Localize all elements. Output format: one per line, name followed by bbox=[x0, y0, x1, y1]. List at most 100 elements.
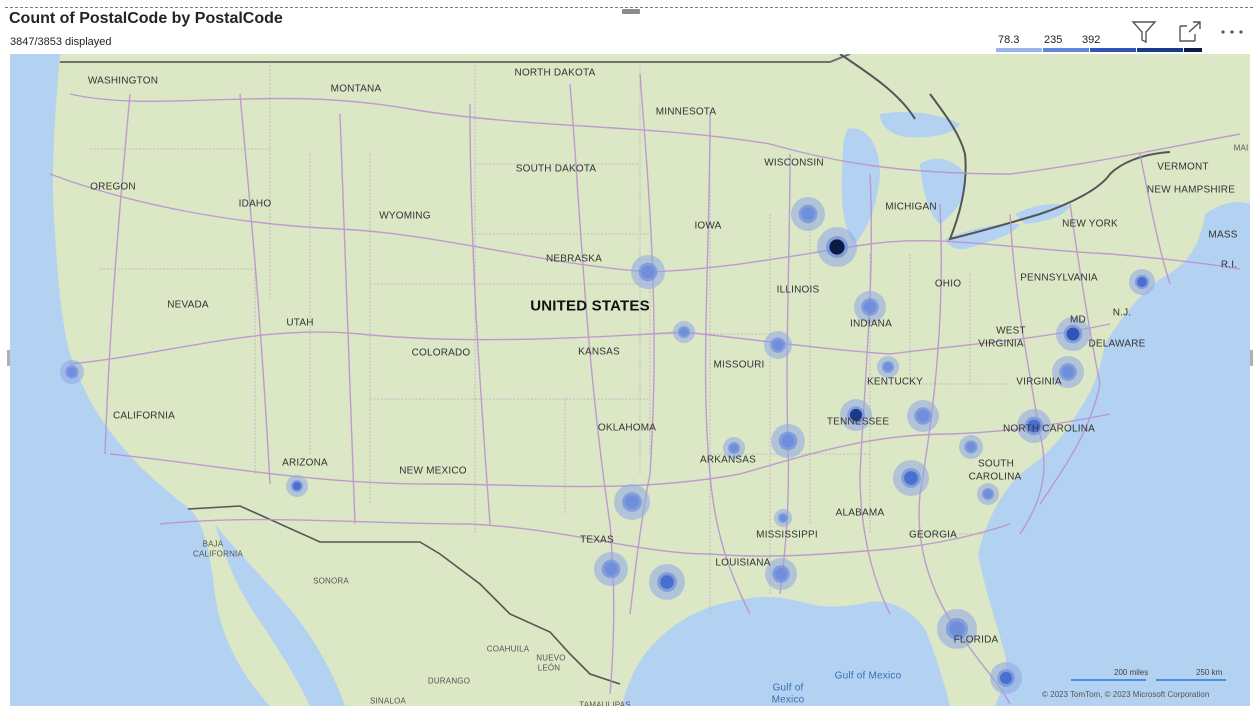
state-label: MISSOURI bbox=[713, 359, 765, 371]
state-label: TENNESSEE bbox=[826, 416, 890, 428]
data-bubble[interactable] bbox=[977, 483, 999, 505]
legend-label-high: 392 bbox=[1082, 34, 1101, 46]
bubble-core bbox=[829, 239, 845, 255]
state-label: VIRGINIA bbox=[1016, 376, 1062, 388]
bubble-core bbox=[904, 471, 918, 485]
bubble-core bbox=[999, 671, 1013, 685]
data-bubble[interactable] bbox=[893, 460, 929, 496]
data-bubble[interactable] bbox=[959, 435, 983, 459]
state-label: WYOMING bbox=[379, 210, 431, 222]
state-label: TEXAS bbox=[580, 534, 614, 546]
data-bubble[interactable] bbox=[771, 424, 805, 458]
scale-km-label: 250 km bbox=[1196, 668, 1223, 677]
state-label: OREGON bbox=[90, 181, 136, 193]
region-label: CALIFORNIA bbox=[192, 549, 244, 559]
data-bubble[interactable] bbox=[1129, 269, 1155, 295]
region-label: TAMAULIPAS bbox=[579, 700, 631, 706]
map-attribution: © 2023 TomTom, © 2023 Microsoft Corporat… bbox=[1042, 690, 1210, 699]
state-label: FLORIDA bbox=[953, 634, 999, 646]
state-label: MONTANA bbox=[330, 83, 382, 95]
legend-label-min: 78.3 bbox=[998, 34, 1020, 46]
bubble-core bbox=[641, 265, 655, 279]
state-label: MISSISSIPPI bbox=[756, 529, 818, 541]
legend-bar-4 bbox=[1137, 48, 1183, 52]
state-label: VIRGINIA bbox=[978, 338, 1024, 350]
bubble-core bbox=[774, 567, 788, 581]
state-label: OHIO bbox=[934, 278, 962, 290]
data-bubble[interactable] bbox=[764, 331, 792, 359]
data-bubble[interactable] bbox=[907, 400, 939, 432]
bubble-core bbox=[863, 300, 877, 314]
bubble-core bbox=[604, 562, 618, 576]
state-label: UTAH bbox=[286, 317, 314, 329]
state-label: NEVADA bbox=[167, 299, 209, 311]
legend-bar-5 bbox=[1184, 48, 1202, 52]
state-label: DELAWARE bbox=[1088, 338, 1146, 350]
data-bubble[interactable] bbox=[877, 356, 899, 378]
state-label: WISCONSIN bbox=[764, 157, 824, 169]
state-label: IOWA bbox=[694, 220, 722, 232]
region-label: SONORA bbox=[313, 576, 349, 586]
water-label: Gulf of Mexico bbox=[834, 670, 902, 682]
legend-bar-1 bbox=[996, 48, 1042, 52]
data-bubble[interactable] bbox=[673, 321, 695, 343]
drag-handle[interactable] bbox=[622, 9, 640, 14]
filter-icon[interactable] bbox=[1130, 18, 1158, 46]
bubble-core bbox=[801, 207, 815, 221]
data-bubble[interactable] bbox=[817, 227, 857, 267]
bubble-core bbox=[729, 443, 739, 453]
data-bubble[interactable] bbox=[649, 564, 685, 600]
state-label: MASS bbox=[1208, 229, 1238, 241]
data-bubble[interactable] bbox=[286, 475, 308, 497]
data-bubble[interactable] bbox=[614, 484, 650, 520]
state-label: WASHINGTON bbox=[87, 75, 159, 87]
data-bubble[interactable] bbox=[990, 662, 1022, 694]
state-label: LOUISIANA bbox=[715, 557, 771, 569]
map-canvas[interactable]: WASHINGTON MONTANA NORTH DAKOTA MINNESOTA SO… bbox=[10, 54, 1250, 706]
region-label: LEÓN bbox=[537, 663, 561, 673]
data-bubble[interactable] bbox=[631, 255, 665, 289]
country-label: UNITED STATES bbox=[530, 297, 650, 315]
data-bubble[interactable] bbox=[60, 360, 84, 384]
visual-header bbox=[1130, 18, 1250, 48]
region-label: COAHUILA bbox=[486, 644, 530, 654]
state-label: GEORGIA bbox=[908, 529, 958, 541]
bubble-core bbox=[660, 575, 674, 589]
state-label: ARIZONA bbox=[282, 457, 328, 469]
state-label: VERMONT bbox=[1157, 161, 1209, 173]
state-label: NEW YORK bbox=[1062, 218, 1118, 230]
state-label: SOUTH DAKOTA bbox=[515, 163, 597, 175]
data-bubble[interactable] bbox=[594, 552, 628, 586]
bubble-core bbox=[781, 434, 795, 448]
data-bubble[interactable] bbox=[791, 197, 825, 231]
scale-miles-label: 200 miles bbox=[1114, 668, 1149, 677]
state-label: CAROLINA bbox=[968, 471, 1022, 483]
state-label: PENNSYLVANIA bbox=[1020, 272, 1098, 284]
bubble-core bbox=[679, 327, 689, 337]
legend-bar-3 bbox=[1090, 48, 1136, 52]
state-label: OKLAHOMA bbox=[597, 422, 657, 434]
state-label: NORTH DAKOTA bbox=[514, 67, 596, 79]
focus-mode-icon[interactable] bbox=[1176, 18, 1204, 46]
bubble-core bbox=[1061, 365, 1075, 379]
state-label: ILLINOIS bbox=[776, 284, 820, 296]
state-label: COLORADO bbox=[411, 347, 471, 359]
basemap bbox=[10, 54, 1250, 706]
visual-title: Count of PostalCode by PostalCode bbox=[9, 10, 283, 27]
bubble-core bbox=[625, 495, 639, 509]
state-label: ALABAMA bbox=[835, 507, 885, 519]
more-options-icon[interactable] bbox=[1218, 18, 1246, 46]
state-label: IDAHO bbox=[238, 198, 272, 210]
state-label: MINNESOTA bbox=[655, 106, 717, 118]
bubble-core bbox=[966, 442, 976, 452]
state-label: INDIANA bbox=[850, 318, 892, 330]
state-label: NORTH CAROLINA bbox=[1002, 423, 1096, 435]
water-label: Gulf of bbox=[772, 682, 804, 694]
bubble-core bbox=[779, 514, 787, 522]
data-bubble[interactable] bbox=[774, 509, 792, 527]
bubble-core bbox=[772, 339, 784, 351]
state-label: NEW HAMPSHIRE bbox=[1146, 184, 1236, 196]
scale-bar-miles bbox=[1071, 679, 1146, 681]
state-label: KANSAS bbox=[578, 346, 620, 358]
bubble-core bbox=[292, 481, 302, 491]
